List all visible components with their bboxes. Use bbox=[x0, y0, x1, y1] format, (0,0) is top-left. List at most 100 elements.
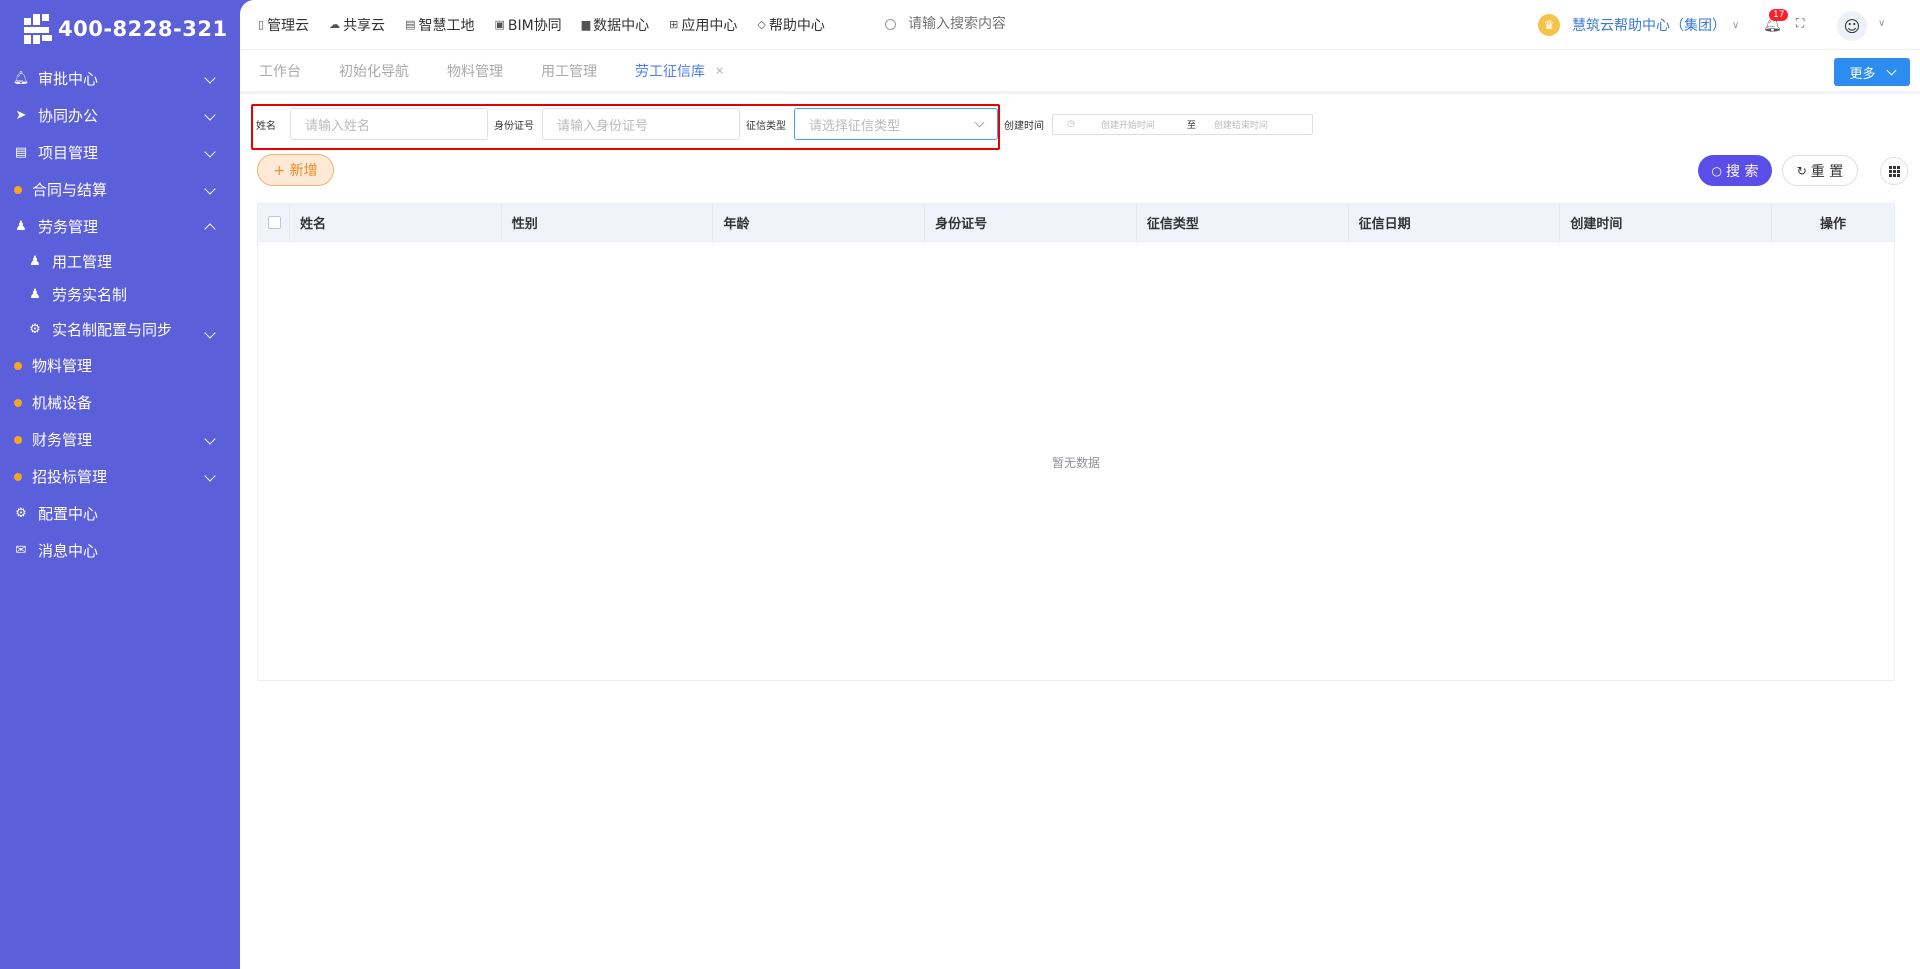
search-input[interactable] bbox=[908, 16, 1108, 32]
sidebar-item-label: 实名制配置与同步 bbox=[52, 320, 173, 339]
chevron-down-icon bbox=[204, 183, 216, 196]
sidebar: 400-8228-321 🔔︎ 审批中心 ➤ 协同办公 ▤ 项目管理 合同与结算… bbox=[0, 0, 240, 969]
topnav-app-center[interactable]: ⊞ 应用中心 bbox=[669, 15, 737, 35]
topnav-label: BIM协同 bbox=[507, 17, 562, 34]
credit-type-select[interactable]: 请选择征信类型 bbox=[794, 108, 998, 140]
chevron-down-icon[interactable]: ∨ bbox=[1878, 18, 1885, 29]
clock-icon: ◷ bbox=[1067, 119, 1075, 129]
tab-label: 工作台 bbox=[259, 63, 301, 80]
sidebar-item-realname[interactable]: ♟︎ 劳务实名制 bbox=[0, 278, 240, 311]
col-header[interactable]: 创建时间 bbox=[1560, 203, 1773, 242]
user-icon: ♟︎ bbox=[15, 219, 27, 234]
name-placeholder: 请输入姓名 bbox=[305, 118, 371, 134]
col-header[interactable]: 姓名 bbox=[290, 203, 502, 242]
col-header[interactable]: 性别 bbox=[502, 203, 714, 242]
sidebar-item-labor[interactable]: ♟︎ 劳务管理 bbox=[0, 208, 240, 245]
topnav-label: 应用中心 bbox=[681, 17, 738, 34]
sidebar-item-label: 财务管理 bbox=[32, 431, 93, 449]
range-separator: 至 bbox=[1186, 120, 1196, 131]
bell-icon: 🔔︎ bbox=[12, 71, 30, 86]
sidebar-item-collab[interactable]: ➤ 协同办公 bbox=[0, 97, 240, 134]
user-icon: ♟︎ bbox=[29, 254, 41, 269]
gear-icon: ⚙︎ bbox=[15, 506, 27, 521]
sidebar-item-label: 招投标管理 bbox=[32, 468, 108, 486]
org-switcher[interactable]: ♛ 慧筑云帮助中心（集团） ∨ bbox=[1538, 14, 1739, 36]
sidebar-item-label: 劳务管理 bbox=[38, 218, 99, 236]
sidebar-item-label: 物料管理 bbox=[32, 357, 93, 375]
select-all-checkbox[interactable] bbox=[268, 216, 281, 229]
notification-bell[interactable]: 🔔︎ 17 bbox=[1763, 9, 1789, 33]
sidebar-item-contract[interactable]: 合同与结算 bbox=[0, 171, 240, 208]
sidebar-item-label: 协同办公 bbox=[38, 107, 99, 125]
end-date-placeholder[interactable]: 创建结束时间 bbox=[1214, 118, 1268, 131]
global-search bbox=[885, 16, 1108, 32]
sidebar-item-project[interactable]: ▤ 项目管理 bbox=[0, 134, 240, 171]
topnav-management-cloud[interactable]: ▯ 管理云 bbox=[258, 15, 309, 35]
column-settings-button[interactable] bbox=[1880, 157, 1908, 185]
tab-label: 用工管理 bbox=[541, 63, 597, 80]
sidebar-item-config[interactable]: ⚙︎ 配置中心 bbox=[0, 495, 240, 532]
refresh-icon: ↻ bbox=[1796, 163, 1807, 178]
sidebar-item-approval[interactable]: 🔔︎ 审批中心 bbox=[0, 60, 240, 97]
org-name: 慧筑云帮助中心（集团） bbox=[1572, 18, 1726, 34]
topnav-label: 数据中心 bbox=[593, 17, 650, 34]
add-button[interactable]: + 新增 bbox=[257, 154, 334, 186]
tab-employment[interactable]: 用工管理 bbox=[541, 61, 597, 81]
chevron-down-icon bbox=[204, 323, 216, 341]
crown-icon: ♛ bbox=[1538, 14, 1560, 36]
cloud-icon: ☁︎ bbox=[329, 18, 341, 31]
credit-type-placeholder: 请选择征信类型 bbox=[809, 118, 901, 134]
chevron-down-icon bbox=[1886, 65, 1896, 75]
sidebar-item-realname-config[interactable]: ⚙︎ 实名制配置与同步 bbox=[0, 311, 240, 347]
close-icon[interactable]: × bbox=[715, 64, 724, 77]
search-button[interactable]: ○ 搜 索 bbox=[1698, 155, 1772, 186]
diamond-icon bbox=[14, 361, 22, 370]
col-header[interactable]: 身份证号 bbox=[925, 203, 1137, 242]
sidebar-item-messages[interactable]: ✉︎ 消息中心 bbox=[0, 532, 240, 569]
avatar[interactable]: ☺ bbox=[1837, 11, 1867, 41]
topnav-shared-cloud[interactable]: ☁︎ 共享云 bbox=[329, 15, 385, 35]
topnav-help-center[interactable]: ◇ 帮助中心 bbox=[757, 15, 824, 35]
tab-init-nav[interactable]: 初始化导航 bbox=[339, 61, 409, 81]
topnav-data-center[interactable]: ▆ 数据中心 bbox=[582, 15, 649, 35]
tab-label: 劳工征信库 bbox=[635, 63, 705, 80]
tab-material[interactable]: 物料管理 bbox=[447, 61, 503, 81]
tab-workbench[interactable]: 工作台 bbox=[259, 61, 301, 81]
tab-labor-credit[interactable]: 劳工征信库 × bbox=[635, 61, 724, 81]
topnav-bim[interactable]: ▣ BIM协同 bbox=[494, 15, 561, 35]
select-all-cell bbox=[258, 203, 290, 242]
book-icon: ▤ bbox=[14, 145, 28, 160]
fullscreen-icon[interactable]: ⛶ bbox=[1796, 16, 1804, 31]
sidebar-item-machinery[interactable]: 机械设备 bbox=[0, 384, 240, 421]
topnav-label: 帮助中心 bbox=[768, 17, 825, 34]
sidebar-item-bidding[interactable]: 招投标管理 bbox=[0, 458, 240, 495]
topnav-label: 智慧工地 bbox=[418, 17, 475, 34]
top-bar: ▯ 管理云 ☁︎ 共享云 ▤ 智慧工地 ▣ BIM协同 ▆ 数据中心 ⊞ 应用中心 ◇ 帮助中… bbox=[240, 0, 1920, 50]
id-number-input[interactable]: 请输入身份证号 bbox=[542, 108, 740, 140]
sidebar-item-finance[interactable]: 财务管理 bbox=[0, 421, 240, 458]
col-header[interactable]: 征信类型 bbox=[1137, 203, 1349, 242]
apps-icon: ⊞ bbox=[669, 18, 679, 31]
reset-button[interactable]: ↻ 重 置 bbox=[1782, 155, 1858, 186]
cube-icon: ▣ bbox=[494, 18, 505, 31]
chevron-down-icon bbox=[204, 109, 216, 122]
sidebar-item-label: 劳务实名制 bbox=[52, 286, 128, 304]
name-label: 姓名 bbox=[256, 120, 276, 132]
created-time-range[interactable]: ◷ 创建开始时间 至 创建结束时间 bbox=[1052, 113, 1313, 135]
name-input[interactable]: 请输入姓名 bbox=[290, 108, 488, 140]
topnav-smart-site[interactable]: ▤ 智慧工地 bbox=[405, 15, 474, 35]
sidebar-item-label: 消息中心 bbox=[38, 542, 99, 560]
start-date-placeholder[interactable]: 创建开始时间 bbox=[1101, 118, 1181, 131]
credit-type-label: 征信类型 bbox=[746, 120, 786, 132]
diamond-icon bbox=[14, 185, 22, 194]
logo[interactable]: 400-8228-321 bbox=[0, 0, 240, 58]
bar-chart-icon: ▆ bbox=[581, 18, 591, 31]
sidebar-item-material[interactable]: 物料管理 bbox=[0, 347, 240, 384]
sidebar-item-label: 项目管理 bbox=[38, 144, 99, 162]
col-header[interactable]: 年龄 bbox=[713, 203, 926, 242]
col-header[interactable]: 征信日期 bbox=[1349, 203, 1561, 242]
more-button[interactable]: 更多 bbox=[1834, 58, 1910, 86]
sidebar-item-employment[interactable]: ♟︎ 用工管理 bbox=[0, 245, 240, 278]
id-number-placeholder: 请输入身份证号 bbox=[557, 118, 649, 134]
chevron-down-icon bbox=[974, 117, 985, 128]
